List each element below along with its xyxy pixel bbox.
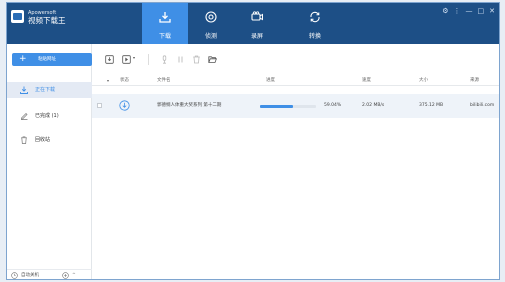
app-vendor: Apowersoft — [28, 10, 57, 16]
sidebar: + 粘贴网址 正在下载 已完成 (1) 回收站 自动关机 ^ — [7, 44, 92, 279]
sidebar-item-label: 正在下载 — [35, 87, 56, 93]
add-task-icon[interactable] — [105, 55, 114, 64]
column-header-speed[interactable]: 速度 — [362, 75, 371, 86]
microphone-icon[interactable] — [160, 55, 169, 64]
column-header-filename[interactable]: 文件名 — [157, 75, 171, 86]
toolbar-divider — [148, 54, 149, 65]
brand: Apowersoft 视频下载王 — [11, 10, 66, 26]
caret-up-icon[interactable]: ^ — [72, 270, 76, 279]
row-filename: 郭德纲人体重大奖系列 第十二期 — [157, 103, 222, 108]
tab-convert[interactable]: 转换 — [292, 3, 338, 44]
plus-circle-icon[interactable] — [62, 272, 69, 279]
column-header-source[interactable]: 来源 — [470, 75, 479, 86]
app-window: Apowersoft 视频下载王 下载 侦测 录屏 转换 ⚙ ⋮ — □ ✕ +… — [6, 2, 500, 280]
table-header: ▾ 状态 文件名 进度 速度 大小 来源 — [92, 75, 499, 86]
more-icon[interactable]: ⋮ — [454, 7, 461, 15]
edit-icon — [21, 113, 28, 120]
sort-caret-icon[interactable]: ▾ — [107, 75, 109, 86]
auto-shutdown-label[interactable]: 自动关机 — [21, 270, 39, 279]
row-source: bilibili.com — [470, 103, 495, 108]
title-bar: Apowersoft 视频下载王 下载 侦测 录屏 转换 ⚙ ⋮ — □ ✕ — [7, 3, 499, 44]
close-button[interactable]: ✕ — [489, 7, 495, 15]
delete-icon[interactable] — [192, 55, 201, 64]
paste-url-button[interactable]: + 粘贴网址 — [12, 53, 92, 66]
pause-icon[interactable] — [176, 55, 185, 64]
download-tab-icon — [159, 12, 171, 23]
settings-icon[interactable]: ⚙ — [442, 7, 448, 15]
sidebar-item-trash[interactable]: 回收站 — [7, 132, 92, 148]
tab-record[interactable]: 录屏 — [234, 3, 280, 44]
row-progress-text: 59.04% — [324, 103, 342, 108]
app-name: 视频下载王 — [28, 16, 66, 25]
convert-icon[interactable] — [122, 55, 131, 64]
sidebar-footer: 自动关机 ^ — [7, 269, 92, 279]
tab-convert-label: 转换 — [308, 33, 321, 40]
progress-bar — [260, 104, 316, 108]
column-header-status[interactable]: 状态 — [120, 75, 129, 86]
sidebar-item-label: 回收站 — [35, 137, 51, 143]
folder-open-icon[interactable] — [208, 55, 217, 64]
tab-download-label: 下载 — [158, 33, 171, 40]
paste-url-label: 粘贴网址 — [38, 57, 56, 62]
column-header-progress[interactable]: 进度 — [266, 75, 275, 86]
plus-icon: + — [19, 54, 27, 64]
record-tab-icon — [251, 11, 263, 21]
clock-icon[interactable] — [11, 272, 18, 279]
download-icon — [20, 86, 28, 94]
sidebar-item-label: 已完成 (1) — [35, 113, 59, 119]
column-header-size[interactable]: 大小 — [419, 75, 428, 86]
trash-icon — [21, 136, 27, 144]
maximize-button[interactable]: □ — [478, 7, 485, 15]
sidebar-item-completed[interactable]: 已完成 (1) — [7, 108, 92, 124]
download-status-icon — [119, 100, 130, 111]
app-logo-icon — [11, 10, 24, 23]
tab-download[interactable]: 下载 — [142, 3, 188, 44]
tab-detect-label: 侦测 — [204, 33, 217, 40]
table-row[interactable]: 郭德纲人体重大奖系列 第十二期 59.04% 2.02 MB/s 375.12 … — [92, 94, 499, 118]
row-checkbox[interactable] — [97, 103, 102, 108]
dropdown-caret-icon[interactable]: ▾ — [133, 55, 135, 60]
tab-record-label: 录屏 — [250, 33, 263, 40]
toolbar: ▾ — [92, 44, 499, 74]
row-size: 375.12 MB — [419, 103, 444, 108]
row-speed: 2.02 MB/s — [362, 103, 385, 108]
tab-detect[interactable]: 侦测 — [188, 3, 234, 44]
sidebar-item-downloading[interactable]: 正在下载 — [7, 82, 92, 98]
progress-bar-fill — [260, 104, 294, 108]
convert-tab-icon — [310, 11, 320, 23]
window-controls: ⚙ ⋮ — □ ✕ — [442, 7, 495, 15]
detect-tab-icon — [205, 11, 217, 23]
minimize-button[interactable]: — — [466, 7, 473, 15]
